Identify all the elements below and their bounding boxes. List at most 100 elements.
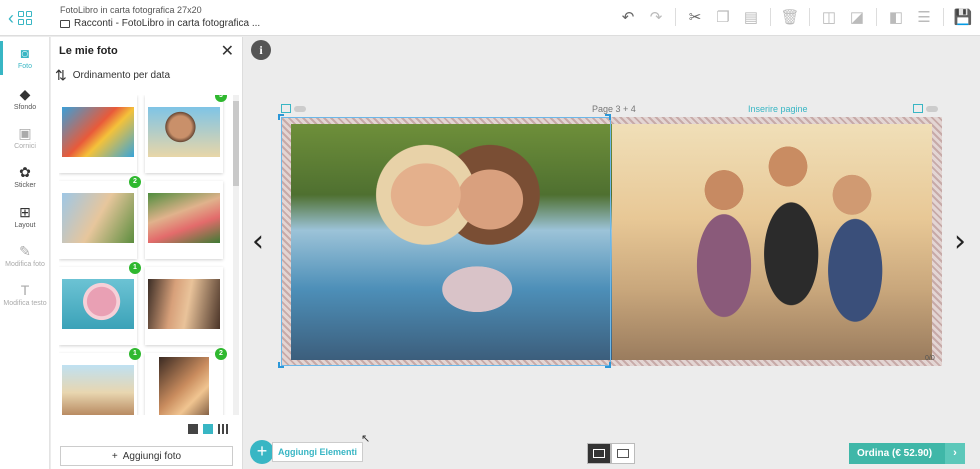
photo-image [62, 365, 134, 415]
paste-icon[interactable]: ▤ [742, 8, 760, 26]
align-icon[interactable]: ☰ [915, 8, 933, 26]
photo-image [159, 357, 209, 415]
scrollbar-thumb[interactable] [233, 101, 239, 186]
usage-badge: 2 [129, 176, 141, 188]
sticker-icon: ✿ [19, 164, 31, 180]
order-button[interactable]: Ordina (€ 52.90) › [849, 443, 965, 464]
photo-thumbnail[interactable] [145, 267, 223, 345]
delete-icon[interactable]: 🗑 [780, 8, 799, 26]
right-page-toggle[interactable] [913, 104, 938, 113]
spread-view-button[interactable] [587, 443, 611, 464]
nav-item-label: Layout [14, 222, 36, 229]
frame-icon: ▣ [18, 125, 32, 141]
nav-item-label: Sfondo [13, 104, 37, 111]
nav-item-label: Foto [17, 63, 32, 70]
photo-image [62, 193, 134, 243]
photo-image [148, 107, 220, 157]
usage-badge: 2 [215, 348, 227, 360]
photo-thumbnail[interactable] [59, 95, 137, 173]
photo-image [62, 107, 134, 157]
nav-item-label: Modifica testo [3, 300, 47, 307]
photo-image [148, 279, 220, 329]
usage-badge: 1 [129, 262, 141, 274]
close-icon[interactable]: ✕ [221, 41, 234, 61]
usage-badge: 3 [215, 95, 227, 102]
toolbar-divider [675, 8, 676, 26]
info-icon[interactable]: i [251, 40, 271, 60]
copy-icon[interactable]: ❐ [714, 8, 732, 26]
photo-thumbnail[interactable]: 2 [145, 348, 227, 415]
project-name[interactable]: Racconti - FotoLibro in carta fotografic… [60, 18, 260, 29]
page-label: Page 3 + 4 [592, 104, 636, 114]
home-logo-button[interactable]: ‹ [8, 7, 40, 29]
resize-handle[interactable] [605, 114, 611, 120]
resize-handle[interactable] [605, 362, 611, 368]
toolbar-divider [943, 8, 944, 26]
photo-thumbnail[interactable]: 2 [59, 176, 141, 259]
sort-by-date[interactable]: ⇅ Ordinamento per data [55, 67, 170, 84]
grid-icon [18, 11, 32, 25]
photo-thumbnail[interactable] [145, 181, 223, 259]
medium-grid-icon[interactable] [203, 424, 213, 434]
photo-thumbnail[interactable]: 1 [59, 262, 141, 345]
nav-item-foto[interactable]: ◙ Foto [0, 45, 50, 70]
photo-image [148, 193, 220, 243]
photo-image [62, 279, 134, 329]
toggle-switch[interactable] [926, 105, 938, 112]
photo-thumbnail[interactable]: 3 [145, 95, 227, 173]
undo-icon[interactable]: ↶ [619, 8, 637, 26]
mirror-icon[interactable]: ◧ [887, 8, 905, 26]
chevron-right-icon: › [945, 443, 965, 464]
small-grid-icon[interactable] [218, 424, 228, 434]
nav-item-sticker[interactable]: ✿ Sticker [0, 164, 50, 189]
view-mode-switcher [188, 424, 228, 434]
chevron-left-icon: ‹ [8, 7, 14, 28]
nav-item-modifica-foto[interactable]: ✎ Modifica foto [0, 243, 50, 268]
large-grid-icon[interactable] [188, 424, 198, 434]
page-number: 0/0 [925, 355, 935, 362]
toggle-switch[interactable] [294, 105, 306, 112]
save-icon[interactable]: 💾 [954, 8, 973, 26]
top-bar: ‹ FotoLibro in carta fotografica 27x20 R… [0, 0, 980, 36]
nav-item-modifica-testo[interactable]: T Modifica testo [0, 282, 50, 307]
photo-panel: Le mie foto ✕ ⇅ Ordinamento per data 3 2… [51, 37, 243, 469]
left-nav: ◙ Foto ◆ Sfondo ▣ Cornici ✿ Sticker ⊞ La… [0, 37, 50, 469]
nav-item-sfondo[interactable]: ◆ Sfondo [0, 86, 50, 111]
resize-handle[interactable] [278, 362, 284, 368]
nav-item-layout[interactable]: ⊞ Layout [0, 204, 50, 229]
page-view-button[interactable] [611, 443, 635, 464]
add-photo-label: Aggiungi foto [122, 450, 182, 462]
redo-icon[interactable]: ↷ [647, 8, 665, 26]
cut-icon[interactable]: ✂ [686, 8, 704, 26]
nav-item-cornici[interactable]: ▣ Cornici [0, 125, 50, 150]
project-name-label: Racconti - FotoLibro in carta fotografic… [74, 18, 261, 29]
add-photo-button[interactable]: + Aggiungi foto [60, 446, 233, 466]
sort-icon: ⇅ [55, 67, 67, 83]
add-elements-button[interactable]: + Aggiungi Elementi [250, 440, 364, 464]
scrollbar[interactable] [233, 95, 239, 415]
left-page-toggle[interactable] [281, 104, 306, 113]
page-view-icon [617, 449, 629, 458]
resize-handle[interactable] [278, 114, 284, 120]
camera-icon: ◙ [20, 45, 30, 61]
photo-thumbnail[interactable]: 1 [59, 348, 141, 415]
photo-grid: 3 2 1 1 2 [59, 95, 231, 415]
bring-forward-icon[interactable]: ◫ [820, 8, 838, 26]
insert-pages-link[interactable]: Inserire pagine [748, 104, 808, 114]
plus-icon: + [111, 450, 118, 462]
nav-item-label: Cornici [14, 143, 36, 150]
next-page-arrow[interactable]: › [954, 224, 966, 259]
send-backward-icon[interactable]: ◪ [848, 8, 866, 26]
previous-page-arrow[interactable]: ‹ [252, 224, 264, 259]
order-label: Ordina (€ 52.90) [857, 448, 933, 459]
page-layout-icon [281, 104, 291, 113]
spread-view-icon [593, 449, 605, 458]
photo-right-page[interactable] [612, 124, 932, 360]
toolbar-divider [770, 8, 771, 26]
project-type: FotoLibro in carta fotografica 27x20 [60, 5, 202, 15]
layout-icon: ⊞ [19, 204, 31, 220]
folder-icon [60, 19, 70, 28]
toolbar: ↶ ↷ ✂ ❐ ▤ 🗑 ◫ ◪ ◧ ☰ 💾 [619, 8, 972, 26]
view-toggle [587, 443, 635, 464]
panel-title: Le mie foto [59, 45, 118, 57]
